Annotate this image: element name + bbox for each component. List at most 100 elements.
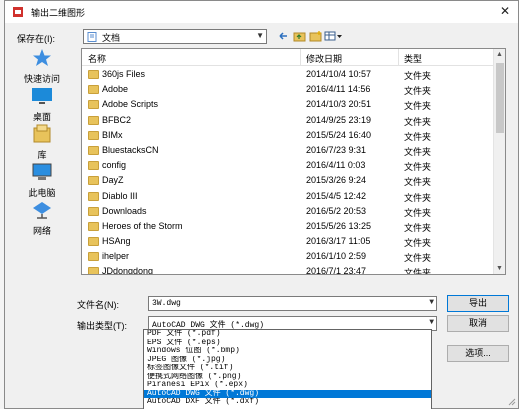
table-row[interactable]: ihelper 2016/1/10 2:59 文件夹 [82,249,494,264]
options-button[interactable]: 选项... [447,345,509,362]
places-bar: 快速访问 桌面 库 此电脑 网络 [11,46,73,261]
file-name: ihelper [102,251,130,262]
file-name: JDdongdong [102,266,154,275]
folder-icon [88,100,99,110]
folder-icon [88,267,99,274]
file-type: 文件夹 [404,162,432,173]
view-menu-icon[interactable] [324,30,344,44]
file-name: Heroes of the Storm [102,220,183,231]
filetype-dropdown-list[interactable]: PDF 文件 (*.pdf) EPS 文件 (*.eps) Windows 位图… [143,329,432,409]
chevron-down-icon[interactable]: ▼ [429,298,434,307]
vertical-scrollbar[interactable]: ▲ ▼ [493,49,505,274]
folder-icon [88,70,99,79]
folder-icon [88,237,99,247]
file-name: DayZ [102,175,124,186]
resize-grip-icon[interactable] [508,398,516,406]
place-label: 快速访问 [23,74,60,84]
table-row[interactable]: BluestacksCN 2016/7/23 9:31 文件夹 [82,143,494,158]
folder-icon [88,191,99,201]
file-date: 2015/5/26 13:25 [306,220,372,231]
chevron-down-icon[interactable]: ▼ [429,318,434,327]
folder-icon [88,161,99,171]
desktop-icon [32,88,52,104]
folder-icon [88,115,99,125]
filetype-option[interactable]: 标签图像文件 (*.tif) [144,364,431,373]
filetype-option[interactable]: JPEG 图像 (*.jpg) [144,356,431,365]
file-list[interactable]: 名称 修改日期 类型 360js Files 2014/10/4 10:57 文件夹… [81,48,506,275]
file-date: 2014/10/3 20:51 [306,99,372,110]
filename-input[interactable]: 3W.dwg ▼ [148,296,437,311]
filename-label: 文件名(N): [77,300,119,310]
file-rows: 360js Files 2014/10/4 10:57 文件夹 Adobe 2016/… [82,67,494,275]
filetype-label: 输出类型(T): [77,321,127,331]
star-icon [33,49,51,66]
place-label: 此电脑 [28,188,56,198]
file-name: Diablo III [102,190,138,201]
file-type: 文件夹 [404,146,432,157]
filetype-option[interactable]: AutoCAD DXF 文件 (*.dxf) [144,398,431,407]
file-date: 2016/1/10 2:59 [306,251,367,262]
export-button[interactable]: 导出 [447,295,509,312]
file-date: 2014/10/4 10:57 [306,69,372,79]
table-row[interactable]: DayZ 2015/3/26 9:24 文件夹 [82,173,494,188]
file-name: Adobe [102,84,129,95]
table-row[interactable]: BIMx 2015/5/24 16:40 文件夹 [82,128,494,143]
filetype-option[interactable]: Windows 位图 (*.bmp) [144,347,431,356]
place-label: 桌面 [32,112,51,122]
column-header-type[interactable]: 类型 [404,52,422,65]
up-folder-icon[interactable] [292,30,306,44]
file-type: 文件夹 [404,71,432,81]
file-date: 2016/3/17 11:05 [306,236,371,247]
save-in-combo[interactable]: 文档 ▼ [83,29,267,44]
place-library[interactable]: 库 [11,124,73,161]
place-desktop[interactable]: 桌面 [11,86,73,123]
table-row[interactable]: Adobe 2016/4/11 14:56 文件夹 [82,82,494,97]
filetype-option[interactable]: EPS 文件 (*.eps) [144,339,431,348]
filetype-option-selected[interactable]: AutoCAD DWG 文件 (*.dwg) [144,389,431,398]
scroll-thumb[interactable] [496,63,504,133]
folder-icon [88,221,99,231]
save-in-label: 保存在(I): [17,34,55,44]
folder-icon [88,145,99,155]
title-bar[interactable]: 输出二维图形 ✕ [5,1,518,23]
folder-icon [88,85,99,95]
table-row[interactable]: Adobe Scripts 2014/10/3 20:51 文件夹 [82,97,494,112]
place-this-pc[interactable]: 此电脑 [11,162,73,199]
table-row[interactable]: Heroes of the Storm 2015/5/26 13:25 文件夹 [82,219,494,234]
file-name: HSAng [102,236,131,247]
file-date: 2016/7/1 23:47 [306,266,367,275]
file-type: 文件夹 [404,192,432,203]
table-row[interactable]: Downloads 2016/5/2 20:53 文件夹 [82,204,494,219]
column-header-name[interactable]: 名称 [88,52,106,65]
file-type: 文件夹 [404,238,432,249]
folder-icon [88,130,99,140]
cancel-button[interactable]: 取消 [447,315,509,332]
column-header-date[interactable]: 修改日期 [306,52,342,65]
file-type: 文件夹 [404,116,432,127]
file-date: 2016/7/23 9:31 [306,144,367,155]
filetype-option[interactable]: 便携式网络图像 (*.png) [144,373,431,382]
table-row[interactable]: BFBC2 2014/9/25 23:19 文件夹 [82,113,494,128]
computer-icon [32,163,52,180]
scroll-up-icon[interactable]: ▲ [496,51,503,58]
place-quick-access[interactable]: 快速访问 [11,48,73,85]
close-button[interactable]: ✕ [500,4,510,18]
file-type: 文件夹 [404,131,432,142]
back-icon[interactable] [277,30,291,44]
filetype-option[interactable]: PDF 文件 (*.pdf) [144,330,431,339]
file-list-header: 名称 修改日期 类型 [82,49,494,66]
table-row[interactable]: config 2016/4/11 0:03 文件夹 [82,158,494,173]
place-network[interactable]: 网络 [11,200,73,237]
table-row[interactable]: 360js Files 2014/10/4 10:57 文件夹 [82,67,494,82]
scroll-down-icon[interactable]: ▼ [496,265,503,272]
folder-icon [88,252,99,262]
table-row[interactable]: Diablo III 2015/4/5 12:42 文件夹 [82,189,494,204]
table-row[interactable]: HSAng 2016/3/17 11:05 文件夹 [82,234,494,249]
filetype-option[interactable]: Piranesi EPix (*.epx) [144,381,431,390]
table-row[interactable]: JDdongdong 2016/7/1 23:47 文件夹 [82,264,494,275]
file-name: Adobe Scripts [102,99,159,110]
new-folder-icon[interactable] [308,30,322,44]
file-type: 文件夹 [404,268,432,275]
current-folder-name: 文档 [102,33,121,43]
file-date: 2016/4/11 14:56 [306,84,371,95]
